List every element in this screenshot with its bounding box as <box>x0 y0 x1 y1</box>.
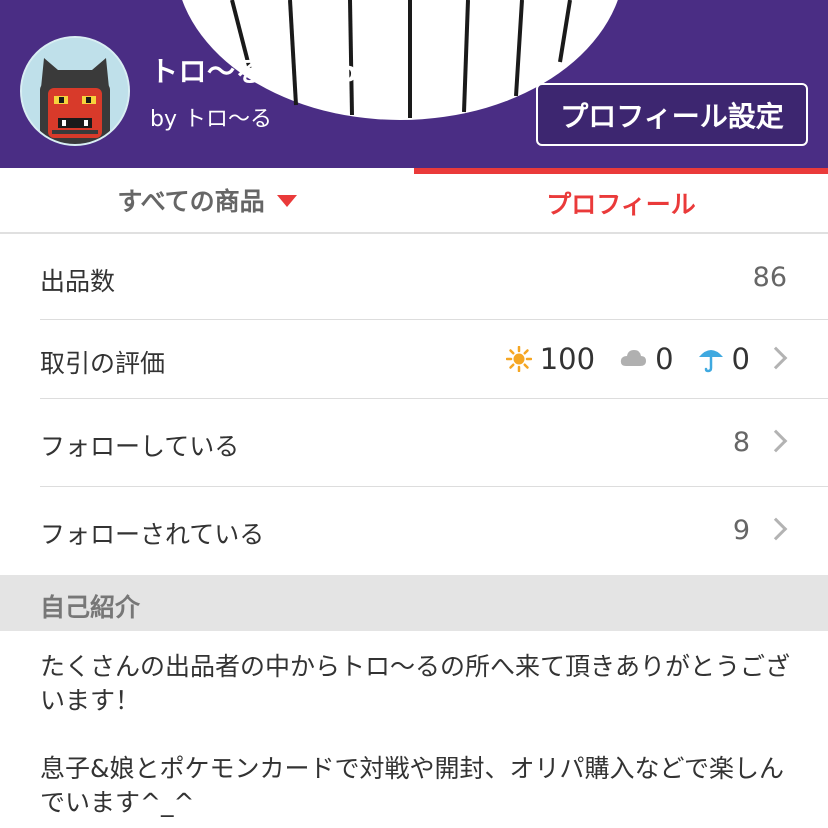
followers-count: 9 <box>732 515 750 546</box>
rating-good: 100 <box>505 342 596 376</box>
cloud-icon <box>620 350 647 366</box>
chevron-right-icon <box>764 346 788 370</box>
chevron-right-icon <box>764 429 788 453</box>
rating-neutral-count: 0 <box>655 342 674 376</box>
followers-label: フォローされている <box>40 520 265 549</box>
rating-bad: 0 <box>698 342 750 376</box>
tab-all-items[interactable]: すべての商品 <box>0 168 414 232</box>
tab-all-items-label: すべての商品 <box>117 187 265 216</box>
ratings-summary: 100 0 0 <box>505 340 750 378</box>
shop-owner: by トロ〜る <box>150 107 272 132</box>
following-label: フォローしている <box>40 432 240 461</box>
sun-icon <box>505 346 532 372</box>
shop-title: トロ〜る's shop <box>150 55 379 88</box>
avatar-character-icon <box>22 38 128 144</box>
ratings-row[interactable]: 取引の評価 100 0 0 <box>0 320 828 399</box>
profile-settings-button[interactable]: プロフィール設定 <box>536 83 808 146</box>
bio-section-title: 自己紹介 <box>40 593 141 622</box>
rating-neutral: 0 <box>619 342 674 376</box>
rating-bad-count: 0 <box>731 342 750 376</box>
bio-text: たくさんの出品者の中からトロ〜るの所へ来て頂きありがとうございます！ 息子&娘と… <box>40 650 800 828</box>
ratings-label: 取引の評価 <box>40 349 166 378</box>
rating-good-count: 100 <box>539 342 596 376</box>
chevron-right-icon <box>764 517 788 541</box>
umbrella-icon <box>698 350 723 373</box>
caret-down-icon <box>276 195 297 207</box>
shop-avatar[interactable] <box>20 36 130 146</box>
following-count: 8 <box>732 427 750 458</box>
listings-count: 86 <box>752 262 787 293</box>
tab-profile[interactable]: プロフィール <box>414 168 828 232</box>
tab-bar: すべての商品 プロフィール <box>0 168 828 234</box>
bio-section-header: 自己紹介 <box>0 575 828 631</box>
bio-paragraph: 息子&娘とポケモンカードで対戦や開封、オリパ購入などで楽しんでいます^_^ <box>40 754 784 817</box>
tab-profile-label: プロフィール <box>546 190 696 219</box>
listings-label: 出品数 <box>40 267 116 296</box>
shop-header: トロ〜る's shop by トロ〜る プロフィール設定 <box>0 0 828 168</box>
following-row[interactable]: フォローしている 8 <box>0 399 828 487</box>
listings-row: 出品数 86 <box>0 236 828 320</box>
followers-row[interactable]: フォローされている 9 <box>0 487 828 575</box>
bio-paragraph: たくさんの出品者の中からトロ〜るの所へ来て頂きありがとうございます！ <box>40 652 791 715</box>
